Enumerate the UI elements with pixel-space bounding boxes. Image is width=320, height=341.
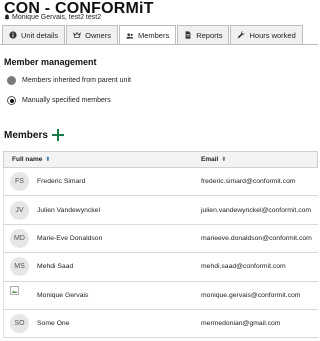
tab-label: Hours worked	[249, 30, 296, 40]
plus-icon[interactable]	[51, 129, 64, 141]
tab-bar: Unit details Owners Members Reports Hour…	[2, 25, 303, 45]
users-icon	[126, 32, 134, 39]
avatar: SO	[10, 314, 29, 334]
subtitle-text: Monique Gervais, test2 test2	[12, 14, 102, 21]
member-email: mermedonian@gmail.com	[201, 320, 281, 328]
tab-unit-details[interactable]: Unit details	[2, 25, 66, 44]
name-cell: MS Mehdi Saad	[4, 257, 198, 277]
radio-selected-icon[interactable]	[7, 96, 16, 105]
table-row[interactable]: Monique Gervais monique.gervais@conformi…	[3, 281, 318, 310]
member-name: Marie-Eve Donaldson	[37, 234, 103, 242]
member-email: monique.gervais@conformit.com	[201, 291, 301, 299]
table-header: Full name ⬍ Email ⬍	[3, 151, 318, 168]
name-cell: JV Julien Vandewynckel	[4, 200, 198, 220]
tab-label: Reports	[196, 30, 223, 40]
avatar: JV	[10, 200, 29, 220]
bell-icon	[4, 14, 10, 21]
member-name: Julien Vandewynckel	[37, 206, 100, 214]
member-name: Mehdi Saad	[37, 263, 74, 271]
tab-owners[interactable]: Owners	[66, 25, 118, 44]
member-email: frederic.simard@conformit.com	[201, 178, 296, 186]
radio-label: Members inherited from parent unit	[22, 77, 131, 84]
name-cell: SO Some One	[4, 314, 198, 334]
members-table: Full name ⬍ Email ⬍ FS Frederic Simard f…	[3, 151, 318, 339]
avatar: MS	[10, 257, 29, 277]
member-email: marieeve.donaldson@conformit.com	[201, 234, 312, 242]
tab-label: Members	[137, 31, 170, 40]
tab-members[interactable]: Members	[118, 25, 177, 45]
wrench-icon	[238, 31, 246, 39]
info-circle-icon	[9, 31, 17, 39]
avatar: FS	[10, 172, 29, 192]
table-row[interactable]: MD Marie-Eve Donaldson marieeve.donaldso…	[3, 224, 318, 254]
broken-image-icon	[10, 285, 19, 295]
tab-label: Owners	[85, 30, 111, 40]
table-row[interactable]: JV Julien Vandewynckel julien.vandewynck…	[3, 196, 318, 225]
members-title: Members	[4, 129, 48, 141]
member-email: julien.vandewynckel@conformit.com	[201, 206, 312, 214]
name-cell: MD Marie-Eve Donaldson	[4, 228, 198, 248]
radio-manual-members[interactable]: Manually specified members	[7, 96, 111, 105]
member-email: mehdi.saad@conformit.com	[201, 263, 286, 271]
tab-reports[interactable]: Reports	[177, 25, 230, 44]
name-cell: FS Frederic Simard	[4, 172, 198, 192]
column-header-full-name[interactable]: Full name ⬍	[4, 156, 198, 163]
radio-inherited-members[interactable]: Members inherited from parent unit	[7, 76, 131, 85]
radio-unselected-icon[interactable]	[7, 76, 16, 85]
avatar	[10, 285, 29, 305]
members-header: Members	[4, 129, 64, 141]
table-row[interactable]: MS Mehdi Saad mehdi.saad@conformit.com	[3, 253, 318, 282]
document-icon	[185, 31, 191, 39]
member-name: Frederic Simard	[37, 178, 86, 186]
name-cell: Monique Gervais	[4, 285, 198, 305]
sort-icon[interactable]: ⬍	[221, 156, 226, 163]
member-name: Some One	[37, 320, 70, 328]
page-subtitle: Monique Gervais, test2 test2	[4, 14, 101, 21]
tab-divider	[0, 44, 318, 45]
crown-icon	[73, 31, 81, 38]
sort-ascending-icon[interactable]: ⬍	[45, 156, 50, 163]
table-row[interactable]: SO Some One mermedonian@gmail.com	[3, 309, 318, 339]
column-header-email[interactable]: Email ⬍	[198, 156, 226, 163]
avatar: MD	[10, 228, 29, 248]
radio-label: Manually specified members	[22, 97, 111, 104]
tab-label: Unit details	[21, 30, 59, 40]
member-name: Monique Gervais	[37, 291, 89, 299]
table-row[interactable]: FS Frederic Simard frederic.simard@confo…	[3, 168, 318, 197]
member-management-title: Member management	[4, 57, 97, 67]
tab-hours-worked[interactable]: Hours worked	[230, 25, 303, 44]
